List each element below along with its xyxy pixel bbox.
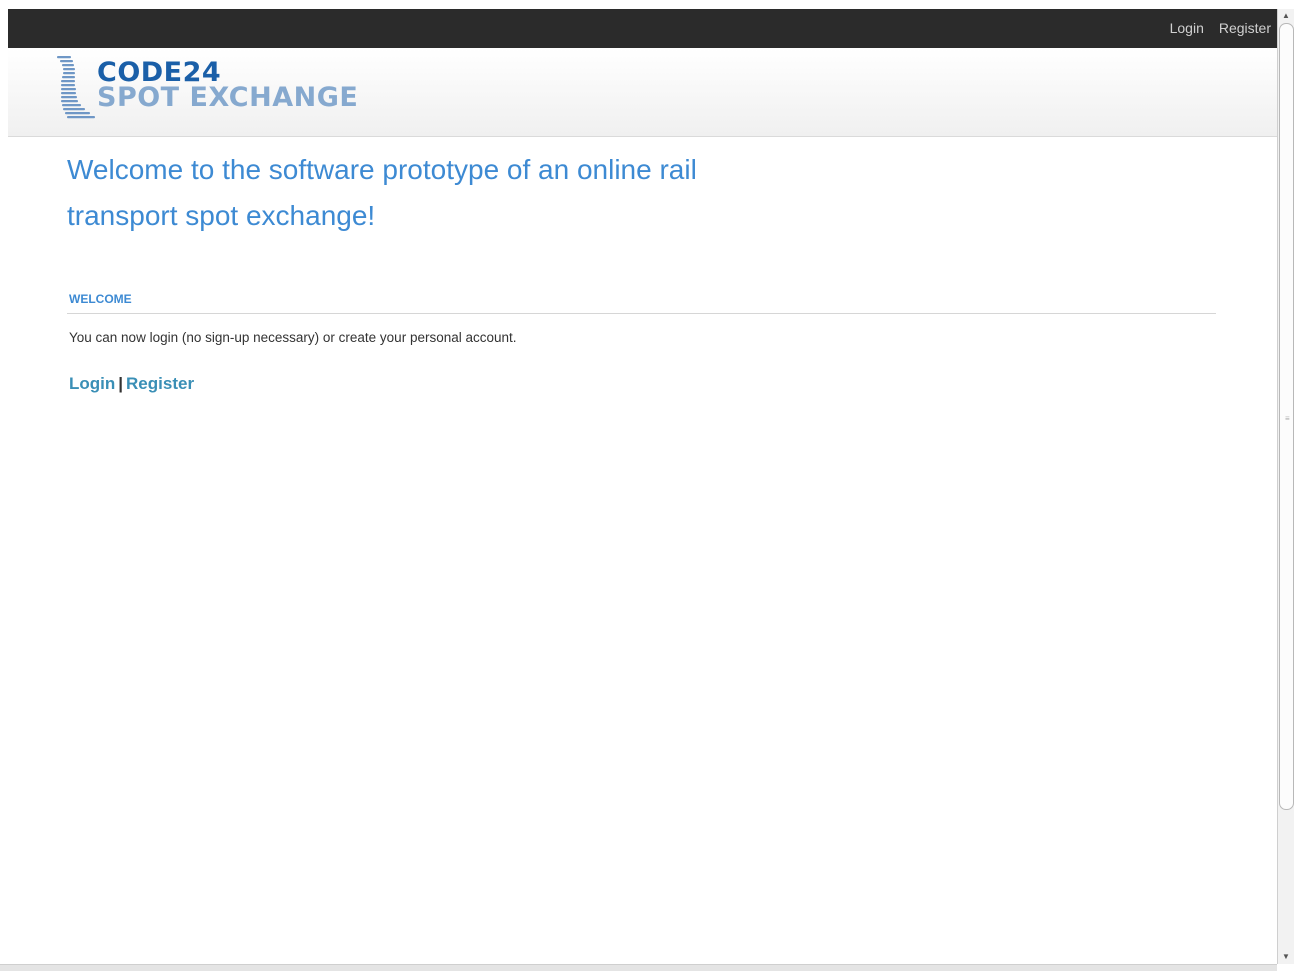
register-link[interactable]: Register [126,374,194,393]
top-nav-links: Login Register [1170,20,1271,36]
logo-mark-icon [57,56,95,119]
section-heading-welcome: WELCOME [67,292,1216,314]
site-logo[interactable]: CODE24 SPOT EXCHANGE [52,52,412,122]
intro-text: You can now login (no sign-up necessary)… [69,330,517,345]
top-navigation-bar: Login Register [8,9,1277,48]
grip-icon: ≡ [1285,414,1290,423]
login-link[interactable]: Login [69,374,115,393]
logo-text-spot-exchange: SPOT EXCHANGE [97,82,359,113]
action-links: Login | Register [67,374,1217,394]
top-login-link[interactable]: Login [1170,20,1204,36]
arrow-up-icon[interactable]: ▲ [1278,9,1294,23]
arrow-down-icon[interactable]: ▼ [1278,950,1294,964]
horizontal-scrollbar[interactable] [0,964,1277,971]
top-register-link[interactable]: Register [1219,20,1271,36]
scrollbar-thumb[interactable]: ≡ [1279,23,1294,810]
site-header: CODE24 SPOT EXCHANGE [8,48,1277,137]
main-content: Welcome to the software prototype of an … [67,147,1217,394]
browser-viewport: Login Register CODE24 SPOT EXCHANGE Welc… [0,0,1298,971]
page-title: Welcome to the software prototype of an … [67,154,697,231]
link-separator: | [118,374,124,393]
page: Login Register CODE24 SPOT EXCHANGE Welc… [8,9,1277,964]
vertical-scrollbar[interactable]: ▲ ≡ ▼ [1277,9,1294,964]
